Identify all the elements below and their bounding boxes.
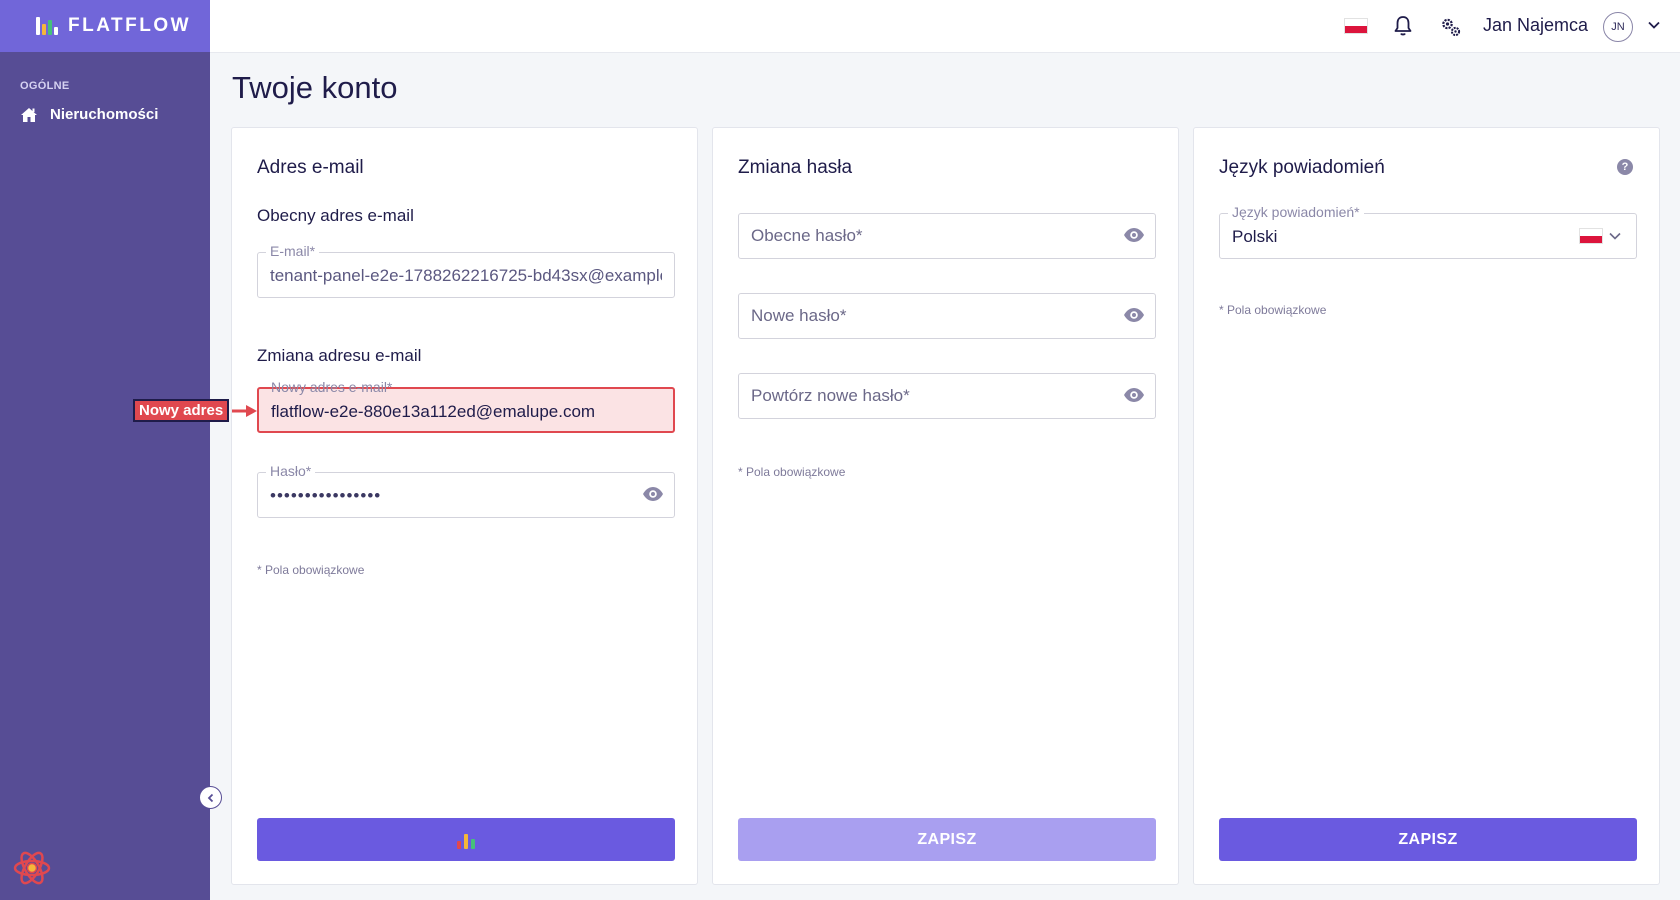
password-card-title: Zmiana hasła [738, 157, 853, 178]
new-email-label: Nowy adres e-mail* [271, 379, 393, 395]
password-label: Hasło* [266, 463, 316, 479]
save-language-button[interactable]: ZAPISZ [1219, 818, 1637, 861]
new-password-placeholder: Nowe hasło* [751, 306, 847, 325]
eye-icon[interactable] [1123, 227, 1145, 243]
new-email-value: flatflow-e2e-880e13a112ed@emalupe.com [271, 402, 596, 421]
sidebar-collapse-button[interactable] [199, 786, 222, 809]
react-devtools-icon[interactable] [12, 848, 52, 893]
avatar[interactable]: JN [1603, 12, 1633, 42]
bell-icon[interactable] [1393, 15, 1413, 37]
pl-flag-icon[interactable] [1344, 18, 1368, 34]
email-card: Adres e-mail Obecny adres e-mail E-mail*… [231, 127, 698, 885]
language-card-title: Język powiadomień [1219, 157, 1385, 178]
current-email-value: tenant-panel-e2e-1788262216725-bd43sx@ex… [270, 266, 662, 285]
gear-icon[interactable] [1439, 15, 1463, 39]
current-email-label: E-mail* [266, 243, 320, 259]
current-password-placeholder: Obecne hasło* [751, 226, 863, 245]
language-select-label: Język powiadomień* [1228, 204, 1364, 220]
sidebar: FLATFLOW OGÓLNE Nieruchomości [0, 0, 210, 900]
flatflow-logo-icon [36, 15, 58, 37]
help-icon[interactable]: ? [1617, 159, 1633, 175]
eye-icon[interactable] [642, 486, 664, 502]
topbar: Jan Najemca JN [210, 0, 1680, 53]
eye-icon[interactable] [1123, 307, 1145, 323]
pl-flag-icon [1579, 228, 1603, 244]
home-icon [21, 107, 37, 122]
change-email-heading: Zmiana adresu e-mail [257, 346, 422, 365]
repeat-password-field[interactable]: Powtórz nowe hasło* [738, 373, 1156, 419]
new-password-field[interactable]: Nowe hasło* [738, 293, 1156, 339]
chevron-down-icon [1609, 232, 1621, 240]
password-value: •••••••••••••••• [270, 486, 382, 505]
password-field[interactable]: Hasło* •••••••••••••••• [257, 463, 675, 518]
language-card: Język powiadomień ? Język powiadomień* P… [1193, 127, 1660, 885]
brand-name: FLATFLOW [68, 15, 192, 36]
email-card-title: Adres e-mail [257, 157, 364, 178]
current-email-field: E-mail* tenant-panel-e2e-1788262216725-b… [257, 243, 675, 298]
current-email-heading: Obecny adres e-mail [257, 206, 414, 225]
required-note: * Pola obowiązkowe [1219, 303, 1327, 317]
chevron-down-icon[interactable] [1647, 20, 1661, 30]
chevron-left-icon [207, 793, 213, 802]
user-name[interactable]: Jan Najemca [1483, 15, 1588, 36]
sidebar-item-nieruchomosci[interactable]: Nieruchomości [20, 106, 210, 123]
required-note: * Pola obowiązkowe [257, 563, 365, 577]
save-password-button[interactable]: ZAPISZ [738, 818, 1156, 861]
required-note: * Pola obowiązkowe [738, 465, 846, 479]
language-select[interactable]: Język powiadomień* Polski [1219, 204, 1637, 259]
language-select-value: Polski [1232, 227, 1278, 246]
eye-icon[interactable] [1123, 387, 1145, 403]
page-title: Twoje konto [232, 70, 398, 105]
sidebar-item-label: Nieruchomości [50, 106, 159, 123]
loading-spinner-icon [457, 831, 475, 849]
current-password-field[interactable]: Obecne hasło* [738, 213, 1156, 259]
repeat-password-placeholder: Powtórz nowe hasło* [751, 386, 910, 405]
new-email-field[interactable]: Nowy adres e-mail* flatflow-e2e-880e13a1… [257, 379, 675, 433]
annotation-arrow-icon [232, 405, 257, 417]
password-card: Zmiana hasła Obecne hasło* Nowe hasło* P… [712, 127, 1179, 885]
brand-bar[interactable]: FLATFLOW [0, 0, 210, 52]
annotation-label: Nowy adres [133, 399, 230, 422]
nav-section-label: OGÓLNE [20, 80, 70, 92]
save-email-button[interactable] [257, 818, 675, 861]
